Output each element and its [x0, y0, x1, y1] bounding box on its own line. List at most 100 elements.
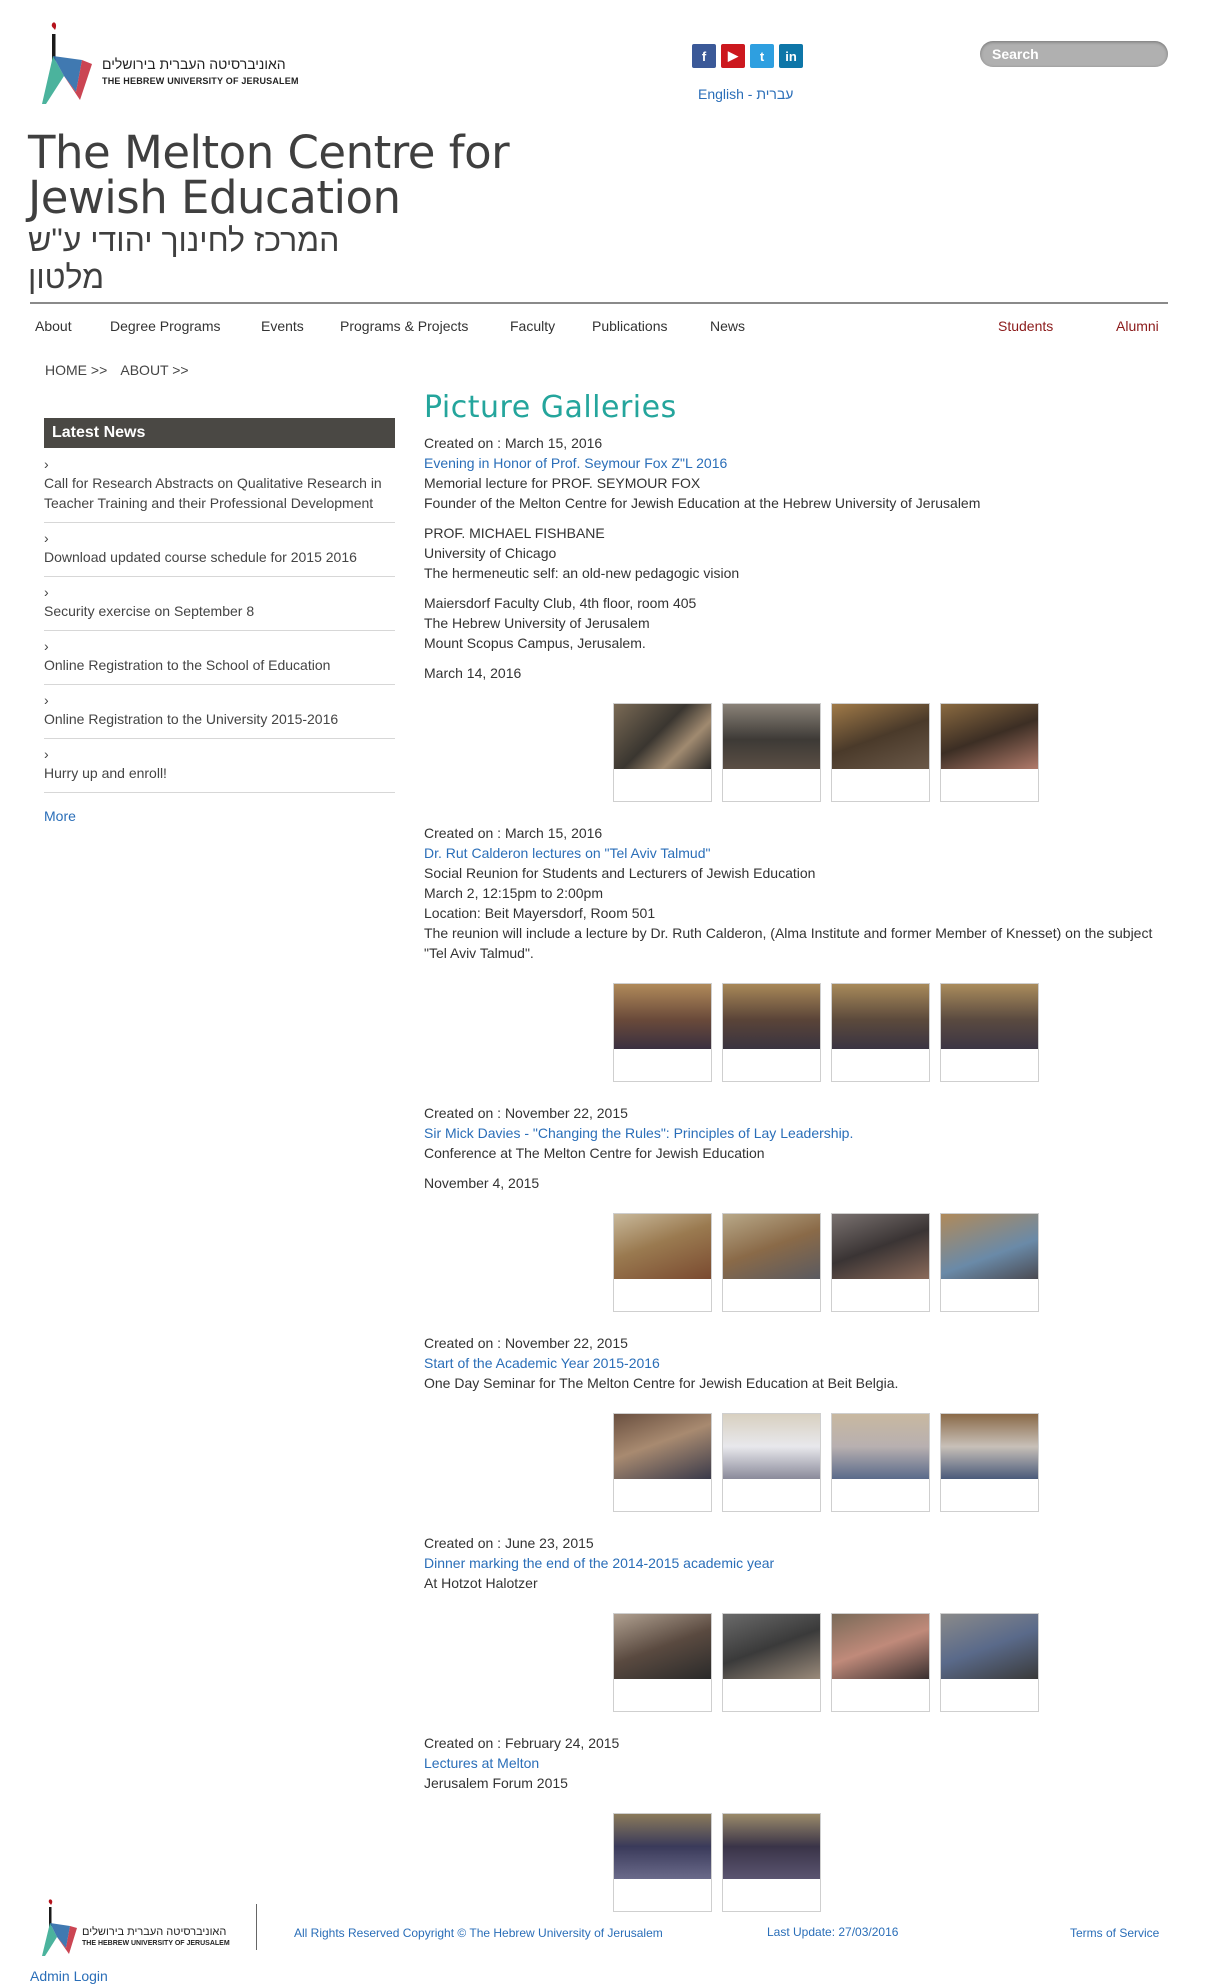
news-item-label[interactable]: Online Registration to the School of Edu…: [44, 657, 330, 673]
gallery-thumbnails: [613, 983, 1045, 1083]
facebook-icon[interactable]: f: [692, 44, 716, 68]
news-item[interactable]: › Call for Research Abstracts on Qualita…: [44, 455, 395, 523]
gallery-title-link[interactable]: Lectures at Melton: [424, 1753, 1164, 1773]
gallery-thumbnails: [613, 1413, 1045, 1513]
footer-copyright: All Rights Reserved Copyright © The Hebr…: [294, 1926, 663, 1940]
lang-hebrew-link[interactable]: עברית: [756, 86, 793, 102]
nav-alumni[interactable]: Alumni: [1116, 318, 1159, 334]
gallery-thumbnails: [613, 1613, 1045, 1713]
gallery-thumbnail[interactable]: [613, 983, 712, 1082]
chevron-right-icon: ›: [44, 456, 49, 472]
admin-login-link[interactable]: Admin Login: [30, 1968, 108, 1984]
breadcrumb-home[interactable]: HOME >>: [45, 362, 107, 378]
gallery-created-date: Created on : November 22, 2015: [424, 1335, 628, 1351]
gallery-thumbnail[interactable]: [613, 1413, 712, 1512]
youtube-icon[interactable]: ▶: [721, 44, 745, 68]
nav-news[interactable]: News: [710, 318, 745, 334]
gallery-thumbnail[interactable]: [613, 1613, 712, 1712]
gallery-text-line: The Hebrew University of Jerusalem: [424, 615, 650, 631]
gallery-created-date: Created on : November 22, 2015: [424, 1105, 628, 1121]
gallery-thumbnails: [613, 703, 1045, 803]
gallery-title-link[interactable]: Dr. Rut Calderon lectures on "Tel Aviv T…: [424, 843, 1164, 863]
gallery-thumbnail[interactable]: [831, 1613, 930, 1712]
chevron-right-icon: ›: [44, 584, 49, 600]
gallery-thumbnail[interactable]: [722, 983, 821, 1082]
gallery-thumbnail[interactable]: [613, 1213, 712, 1312]
gallery-entry: Created on : March 15, 2016 Dr. Rut Cald…: [424, 823, 1164, 1083]
gallery-entry: Created on : November 22, 2015 Start of …: [424, 1333, 1164, 1513]
gallery-title-link[interactable]: Dinner marking the end of the 2014-2015 …: [424, 1553, 1164, 1573]
terms-of-service-link[interactable]: Terms of Service: [1070, 1926, 1159, 1940]
nav-students[interactable]: Students: [998, 318, 1053, 334]
news-item-label[interactable]: Hurry up and enroll!: [44, 765, 167, 781]
gallery-entry: Created on : June 23, 2015 Dinner markin…: [424, 1533, 1164, 1713]
university-logo-mark-icon: [42, 22, 92, 104]
gallery-entry: Created on : November 22, 2015 Sir Mick …: [424, 1103, 1164, 1313]
news-item-label[interactable]: Security exercise on September 8: [44, 603, 254, 619]
news-item-label[interactable]: Call for Research Abstracts on Qualitati…: [44, 475, 382, 511]
nav-programs-projects[interactable]: Programs & Projects: [340, 318, 468, 334]
university-logo[interactable]: האוניברסיטה העברית בירושלים THE HEBREW U…: [42, 20, 302, 106]
lang-english-link[interactable]: English: [698, 86, 744, 102]
nav-faculty[interactable]: Faculty: [510, 318, 555, 334]
gallery-text-line: Social Reunion for Students and Lecturer…: [424, 865, 816, 881]
twitter-icon[interactable]: t: [750, 44, 774, 68]
footer-logo[interactable]: האוניברסיטה העברית בירושלים THE HEBREW U…: [42, 1898, 252, 1958]
gallery-text-line: March 2, 12:15pm to 2:00pm: [424, 885, 603, 901]
gallery-title-link[interactable]: Evening in Honor of Prof. Seymour Fox Z"…: [424, 453, 1164, 473]
footer-last-update: Last Update: 27/03/2016: [767, 1925, 899, 1939]
gallery-thumbnail[interactable]: [940, 1413, 1039, 1512]
social-links: f ▶ t in: [692, 44, 803, 68]
header-divider: [30, 302, 1168, 304]
main-content: Picture Galleries Created on : March 15,…: [424, 390, 1164, 1933]
chevron-right-icon: ›: [44, 692, 49, 708]
gallery-thumbnail[interactable]: [940, 1613, 1039, 1712]
gallery-text-line: November 4, 2015: [424, 1175, 540, 1191]
more-news-link[interactable]: More: [44, 808, 76, 824]
search-input[interactable]: [980, 41, 1152, 67]
gallery-text-line: Mount Scopus Campus, Jerusalem.: [424, 635, 646, 651]
gallery-thumbnail[interactable]: [831, 1213, 930, 1312]
footer-logo-hebrew-text: האוניברסיטה העברית בירושלים: [82, 1926, 227, 1938]
gallery-title-link[interactable]: Sir Mick Davies - "Changing the Rules": …: [424, 1123, 1164, 1143]
nav-degree-programs[interactable]: Degree Programs: [110, 318, 221, 334]
gallery-text-line: One Day Seminar for The Melton Centre fo…: [424, 1375, 899, 1391]
news-item-label[interactable]: Online Registration to the University 20…: [44, 711, 338, 727]
gallery-thumbnail[interactable]: [722, 1813, 821, 1912]
linkedin-icon[interactable]: in: [779, 44, 803, 68]
breadcrumb-about[interactable]: ABOUT >>: [120, 362, 188, 378]
latest-news-heading: Latest News: [44, 418, 395, 448]
gallery-thumbnail[interactable]: [722, 703, 821, 802]
site-title: The Melton Centre for Jewish Education: [28, 126, 510, 224]
news-item[interactable]: › Online Registration to the University …: [44, 691, 395, 739]
gallery-thumbnail[interactable]: [831, 1413, 930, 1512]
gallery-thumbnail[interactable]: [831, 983, 930, 1082]
news-item[interactable]: › Security exercise on September 8: [44, 583, 395, 631]
gallery-text-line: The reunion will include a lecture by Dr…: [424, 925, 1153, 961]
gallery-text-line: Memorial lecture for PROF. SEYMOUR FOX: [424, 475, 701, 491]
news-item[interactable]: › Hurry up and enroll!: [44, 745, 395, 793]
lang-separator: -: [743, 86, 757, 102]
gallery-thumbnail[interactable]: [613, 1813, 712, 1912]
gallery-thumbnail[interactable]: [722, 1413, 821, 1512]
gallery-text-line: At Hotzot Halotzer: [424, 1575, 538, 1591]
gallery-thumbnail[interactable]: [940, 1213, 1039, 1312]
news-item[interactable]: › Online Registration to the School of E…: [44, 637, 395, 685]
gallery-created-date: Created on : March 15, 2016: [424, 435, 603, 451]
news-item[interactable]: › Download updated course schedule for 2…: [44, 529, 395, 577]
nav-events[interactable]: Events: [261, 318, 304, 334]
gallery-title-link[interactable]: Start of the Academic Year 2015-2016: [424, 1353, 1164, 1373]
nav-about[interactable]: About: [35, 318, 72, 334]
gallery-thumbnail[interactable]: [722, 1213, 821, 1312]
gallery-thumbnail[interactable]: [940, 983, 1039, 1082]
nav-publications[interactable]: Publications: [592, 318, 668, 334]
gallery-thumbnail[interactable]: [613, 703, 712, 802]
gallery-thumbnail[interactable]: [940, 703, 1039, 802]
gallery-thumbnail[interactable]: [722, 1613, 821, 1712]
news-item-label[interactable]: Download updated course schedule for 201…: [44, 549, 357, 565]
gallery-created-date: Created on : March 15, 2016: [424, 825, 603, 841]
gallery-thumbnail[interactable]: [831, 703, 930, 802]
